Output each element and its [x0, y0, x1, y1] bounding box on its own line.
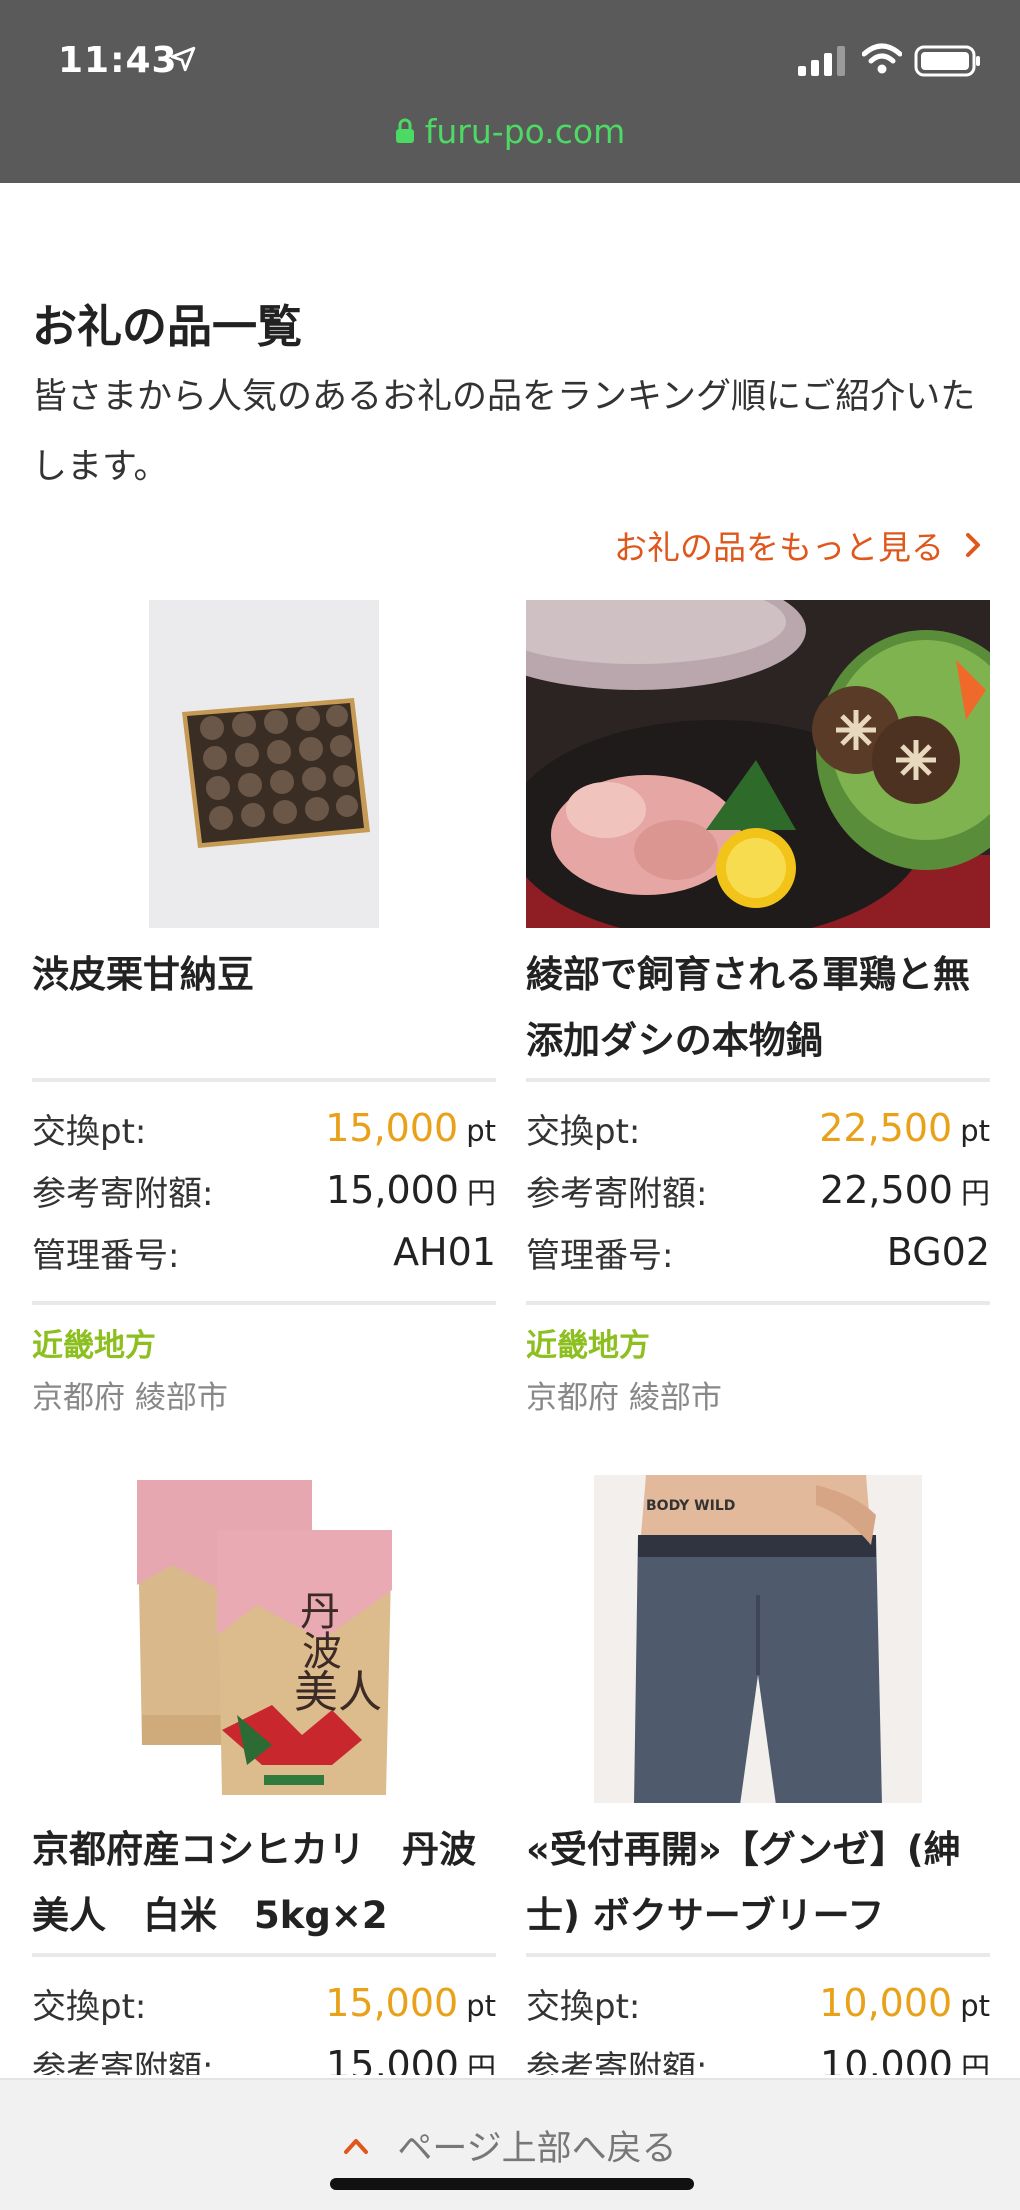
- back-to-top-button[interactable]: ページ上部へ戻る: [0, 2120, 1020, 2171]
- points-unit: pt: [960, 1114, 990, 1148]
- product-image[interactable]: 丹 波 美人: [32, 1475, 496, 1803]
- city-label: 京都府 綾部市: [32, 1380, 228, 1416]
- page-title: お礼の品一覧: [32, 300, 303, 353]
- chevron-up-icon: [344, 2138, 369, 2154]
- svg-text:美人: 美人: [294, 1667, 382, 1718]
- divider: [526, 1953, 990, 1957]
- code-label: 管理番号:: [526, 1235, 674, 1276]
- yen-unit: 円: [960, 2051, 990, 2075]
- yen-unit: 円: [466, 1176, 496, 1210]
- divider: [32, 1078, 496, 1082]
- code-value: AH01: [393, 1230, 496, 1274]
- points-value: 15,000: [325, 1981, 459, 2025]
- divider: [526, 1301, 990, 1305]
- points-value: 22,500: [819, 1106, 953, 1150]
- back-to-top-label: ページ上部へ戻る: [397, 2129, 677, 2169]
- donation-value: 10,000: [820, 2043, 953, 2075]
- more-gifts-label: お礼の品をもっと見る: [614, 528, 944, 567]
- bottom-bar: ページ上部へ戻る: [0, 2078, 1020, 2210]
- donation-label: 参考寄附額:: [32, 2048, 214, 2076]
- product-card[interactable]: 丹 波 美人 京都府産コシヒカリ 丹波美人 白米 5kg×2 交換pt: 15,…: [32, 1475, 496, 2075]
- product-image[interactable]: [466, 570, 1020, 940]
- battery-icon: [914, 45, 980, 77]
- donation-row: 参考寄附額: 22,500 円: [526, 1160, 990, 1220]
- donation-label: 参考寄附額:: [526, 2048, 708, 2076]
- points-label: 交換pt:: [32, 1986, 147, 2027]
- product-card[interactable]: 渋皮栗甘納豆 交換pt: 15,000 pt 参考寄附額: 15,000 円 管理番…: [32, 600, 496, 1430]
- points-unit: pt: [466, 1114, 496, 1148]
- donation-row: 参考寄附額: 10,000 円: [526, 2035, 990, 2075]
- status-time: 11:43: [58, 40, 178, 81]
- more-gifts-link[interactable]: お礼の品をもっと見る: [614, 521, 982, 569]
- points-row: 交換pt: 15,000 pt: [32, 1098, 496, 1158]
- product-name[interactable]: 渋皮栗甘納豆: [32, 942, 496, 1008]
- product-card[interactable]: 綾部で飼育される軍鶏と無添加ダシの本物鍋 交換pt: 22,500 pt 参考寄附…: [466, 570, 1020, 1430]
- points-label: 交換pt:: [526, 1111, 641, 1152]
- region-label: 近畿地方: [32, 1328, 156, 1364]
- points-value: 15,000: [325, 1106, 459, 1150]
- donation-label: 参考寄附額:: [32, 1173, 214, 1214]
- donation-row: 参考寄附額: 15,000 円: [32, 1160, 496, 1220]
- region-label: 近畿地方: [526, 1328, 650, 1364]
- product-image[interactable]: BODY WILD: [526, 1475, 990, 1805]
- product-name[interactable]: 京都府産コシヒカリ 丹波美人 白米 5kg×2: [32, 1817, 496, 1949]
- donation-value: 15,000: [326, 1168, 459, 1212]
- url-text: furu-po.com: [424, 111, 626, 151]
- yen-unit: 円: [466, 2051, 496, 2075]
- points-label: 交換pt:: [526, 1986, 641, 2027]
- chevron-right-icon: [966, 533, 980, 557]
- product-name[interactable]: «受付再開»【グンゼ】(紳士) ボクサーブリーフ: [526, 1817, 990, 1949]
- home-indicator[interactable]: [330, 2178, 694, 2190]
- code-row: 管理番号: AH01: [32, 1222, 496, 1282]
- section-description: 皆さまから人気のあるお礼の品をランキング順にご紹介いたします。: [32, 377, 976, 487]
- wifi-icon: [862, 43, 902, 74]
- product-image[interactable]: [32, 600, 496, 928]
- location-arrow-icon: [170, 46, 196, 72]
- yen-unit: 円: [960, 1176, 990, 1210]
- divider: [32, 1953, 496, 1957]
- donation-value: 22,500: [820, 1168, 953, 1212]
- cellular-signal-icon: [798, 46, 845, 76]
- points-unit: pt: [960, 1989, 990, 2023]
- product-card[interactable]: BODY WILD «受付再開»【グンゼ】(紳士) ボクサーブリーフ 交換pt:…: [526, 1475, 990, 2075]
- points-label: 交換pt:: [32, 1111, 147, 1152]
- points-row: 交換pt: 22,500 pt: [526, 1098, 990, 1158]
- product-name[interactable]: 綾部で飼育される軍鶏と無添加ダシの本物鍋: [526, 942, 990, 1074]
- lock-icon: [395, 118, 414, 143]
- points-row: 交換pt: 15,000 pt: [32, 1973, 496, 2033]
- browser-chrome: 11:43 furu-po.com: [0, 0, 1020, 183]
- points-value: 10,000: [819, 1981, 953, 2025]
- divider: [32, 1301, 496, 1305]
- code-value: BG02: [886, 1230, 990, 1274]
- donation-label: 参考寄附額:: [526, 1173, 708, 1214]
- brand-logo-text: BODY WILD: [646, 1498, 735, 1514]
- points-unit: pt: [466, 1989, 496, 2023]
- city-label: 京都府 綾部市: [526, 1380, 722, 1416]
- code-label: 管理番号:: [32, 1235, 180, 1276]
- donation-value: 15,000: [326, 2043, 459, 2075]
- divider: [526, 1078, 990, 1082]
- address-bar[interactable]: furu-po.com: [0, 108, 1020, 154]
- points-row: 交換pt: 10,000 pt: [526, 1973, 990, 2033]
- donation-row: 参考寄附額: 15,000 円: [32, 2035, 496, 2075]
- code-row: 管理番号: BG02: [526, 1222, 990, 1282]
